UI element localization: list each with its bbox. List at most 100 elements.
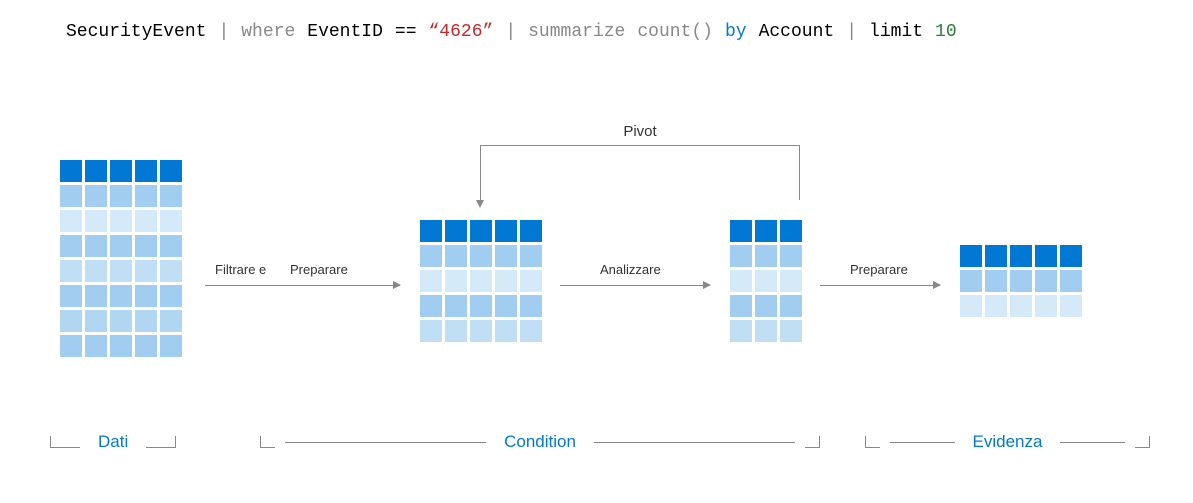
grid-cell <box>160 210 182 232</box>
arrow-label-preparare: Preparare <box>290 262 348 277</box>
grid-cell <box>755 320 777 342</box>
query-pipe: | <box>212 22 235 42</box>
grid-cell <box>1060 295 1082 317</box>
grid-cell <box>445 320 467 342</box>
grid-cell <box>60 285 82 307</box>
grid-cell <box>135 335 157 357</box>
grid-cell <box>1060 245 1082 267</box>
query-op: == <box>389 22 423 42</box>
grid-cell <box>1035 245 1057 267</box>
grid-cell <box>160 260 182 282</box>
grid-cell <box>60 160 82 182</box>
grid-cell <box>110 185 132 207</box>
query-pipe: | <box>840 22 863 42</box>
grid-cell <box>730 320 752 342</box>
grid-cell <box>160 335 182 357</box>
query-limit-n: 10 <box>929 22 963 42</box>
grid-cell <box>1010 270 1032 292</box>
query-count: count() <box>631 22 719 42</box>
section-dati: Dati <box>50 432 200 452</box>
grid-cell <box>85 310 107 332</box>
grid-cell <box>445 220 467 242</box>
grid-cell <box>520 270 542 292</box>
grid-cell <box>420 295 442 317</box>
pivot-label: Pivot <box>623 123 656 140</box>
grid-cell <box>985 270 1007 292</box>
grid-cell <box>135 260 157 282</box>
query-summarize: summarize <box>522 22 631 42</box>
grid-cell <box>85 260 107 282</box>
grid-cell <box>420 320 442 342</box>
grid-cell <box>1010 245 1032 267</box>
grid-cell <box>495 320 517 342</box>
grid-cell <box>85 210 107 232</box>
grid-cell <box>110 310 132 332</box>
data-grid-source <box>60 160 182 357</box>
grid-cell <box>780 270 802 292</box>
data-grid-summarized <box>730 220 802 342</box>
grid-cell <box>135 210 157 232</box>
pivot-bracket: Pivot <box>480 145 800 200</box>
grid-cell <box>85 335 107 357</box>
grid-cell <box>730 220 752 242</box>
grid-cell <box>470 245 492 267</box>
query-limit: limit <box>863 22 929 42</box>
grid-cell <box>160 160 182 182</box>
section-condition: Condition <box>260 432 820 452</box>
grid-cell <box>420 245 442 267</box>
grid-cell <box>755 245 777 267</box>
grid-cell <box>135 285 157 307</box>
grid-cell <box>1010 295 1032 317</box>
grid-cell <box>60 185 82 207</box>
grid-cell <box>160 285 182 307</box>
grid-cell <box>445 295 467 317</box>
grid-cell <box>85 235 107 257</box>
grid-cell <box>520 220 542 242</box>
grid-cell <box>985 245 1007 267</box>
grid-cell <box>160 185 182 207</box>
grid-cell <box>60 210 82 232</box>
grid-cell <box>520 295 542 317</box>
data-grid-evidence <box>960 245 1082 317</box>
grid-cell <box>780 320 802 342</box>
section-label-condition: Condition <box>496 432 584 452</box>
query-value: “4626” <box>423 22 500 42</box>
grid-cell <box>1035 270 1057 292</box>
grid-cell <box>420 220 442 242</box>
grid-cell <box>445 270 467 292</box>
grid-cell <box>110 210 132 232</box>
grid-cell <box>520 245 542 267</box>
grid-cell <box>520 320 542 342</box>
grid-cell <box>495 245 517 267</box>
grid-cell <box>985 295 1007 317</box>
query-bycol: Account <box>753 22 841 42</box>
grid-cell <box>135 235 157 257</box>
flow-diagram: Pivot Filtrare e Preparare Analizzare Pr… <box>50 150 1163 490</box>
section-label-evidenza: Evidenza <box>965 432 1051 452</box>
grid-cell <box>730 295 752 317</box>
grid-cell <box>60 260 82 282</box>
grid-cell <box>160 310 182 332</box>
grid-cell <box>1035 295 1057 317</box>
grid-cell <box>755 295 777 317</box>
grid-cell <box>160 235 182 257</box>
grid-cell <box>730 270 752 292</box>
arrow-filter <box>205 285 400 286</box>
grid-cell <box>110 335 132 357</box>
kql-query: SecurityEvent | where EventID == “4626” … <box>60 22 1143 42</box>
query-table: SecurityEvent <box>60 22 212 42</box>
grid-cell <box>780 295 802 317</box>
grid-cell <box>110 260 132 282</box>
grid-cell <box>110 285 132 307</box>
grid-cell <box>495 295 517 317</box>
grid-cell <box>85 185 107 207</box>
arrow-label-preparare2: Preparare <box>850 262 908 277</box>
grid-cell <box>960 270 982 292</box>
grid-cell <box>420 270 442 292</box>
grid-cell <box>495 220 517 242</box>
grid-cell <box>730 245 752 267</box>
data-grid-filtered <box>420 220 542 342</box>
grid-cell <box>470 220 492 242</box>
query-column: EventID <box>301 22 389 42</box>
grid-cell <box>85 285 107 307</box>
